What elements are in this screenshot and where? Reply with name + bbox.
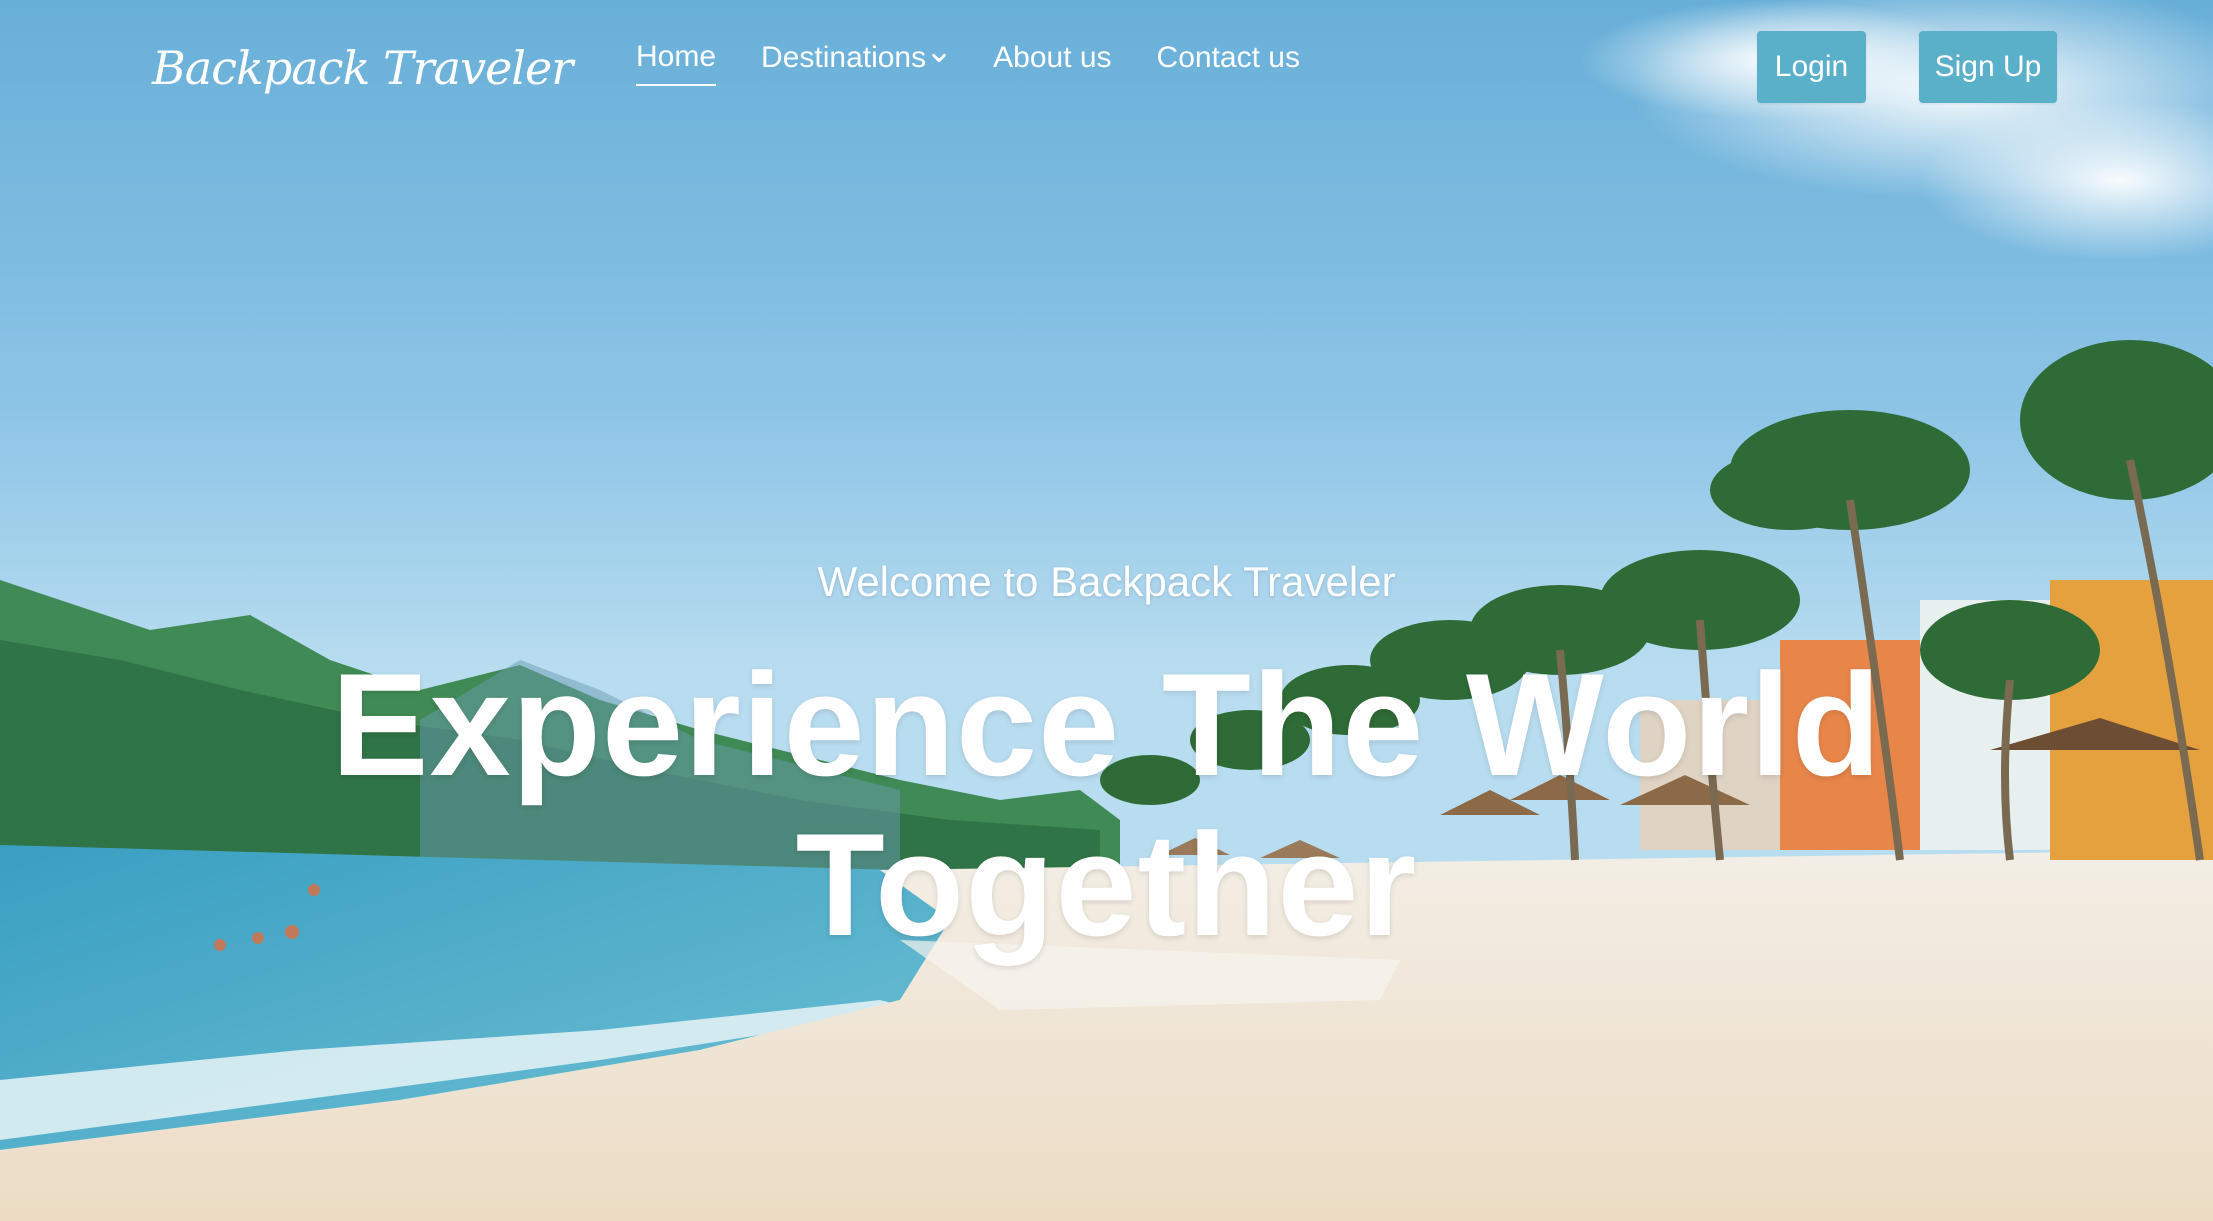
hero-title: Experience The World Together [331,643,1882,966]
login-button[interactable]: Login [1757,31,1866,103]
hero-background-image [0,0,2213,1221]
nav-item-about[interactable]: About us [993,41,1111,85]
brand-logo[interactable]: Backpack Traveler [152,28,573,108]
chevron-down-icon [932,53,946,63]
nav-item-label: Destinations [761,41,927,74]
nav-item-label: Home [636,40,717,73]
nav-item-label: Contact us [1156,41,1300,74]
hero-subtitle: Welcome to Backpack Traveler [817,558,1396,605]
nav-item-home[interactable]: Home [636,40,717,86]
nav-item-label: About us [993,41,1112,74]
nav-item-contact[interactable]: Contact us [1157,41,1300,85]
navbar: Backpack Traveler Home Destinations Abou… [0,0,2213,140]
nav-item-destinations[interactable]: Destinations [761,41,948,85]
nav-links: Home Destinations About us Contact us [636,40,1300,86]
page: Backpack Traveler Home Destinations Abou… [0,0,2213,1221]
signup-button[interactable]: Sign Up [1919,31,2057,103]
